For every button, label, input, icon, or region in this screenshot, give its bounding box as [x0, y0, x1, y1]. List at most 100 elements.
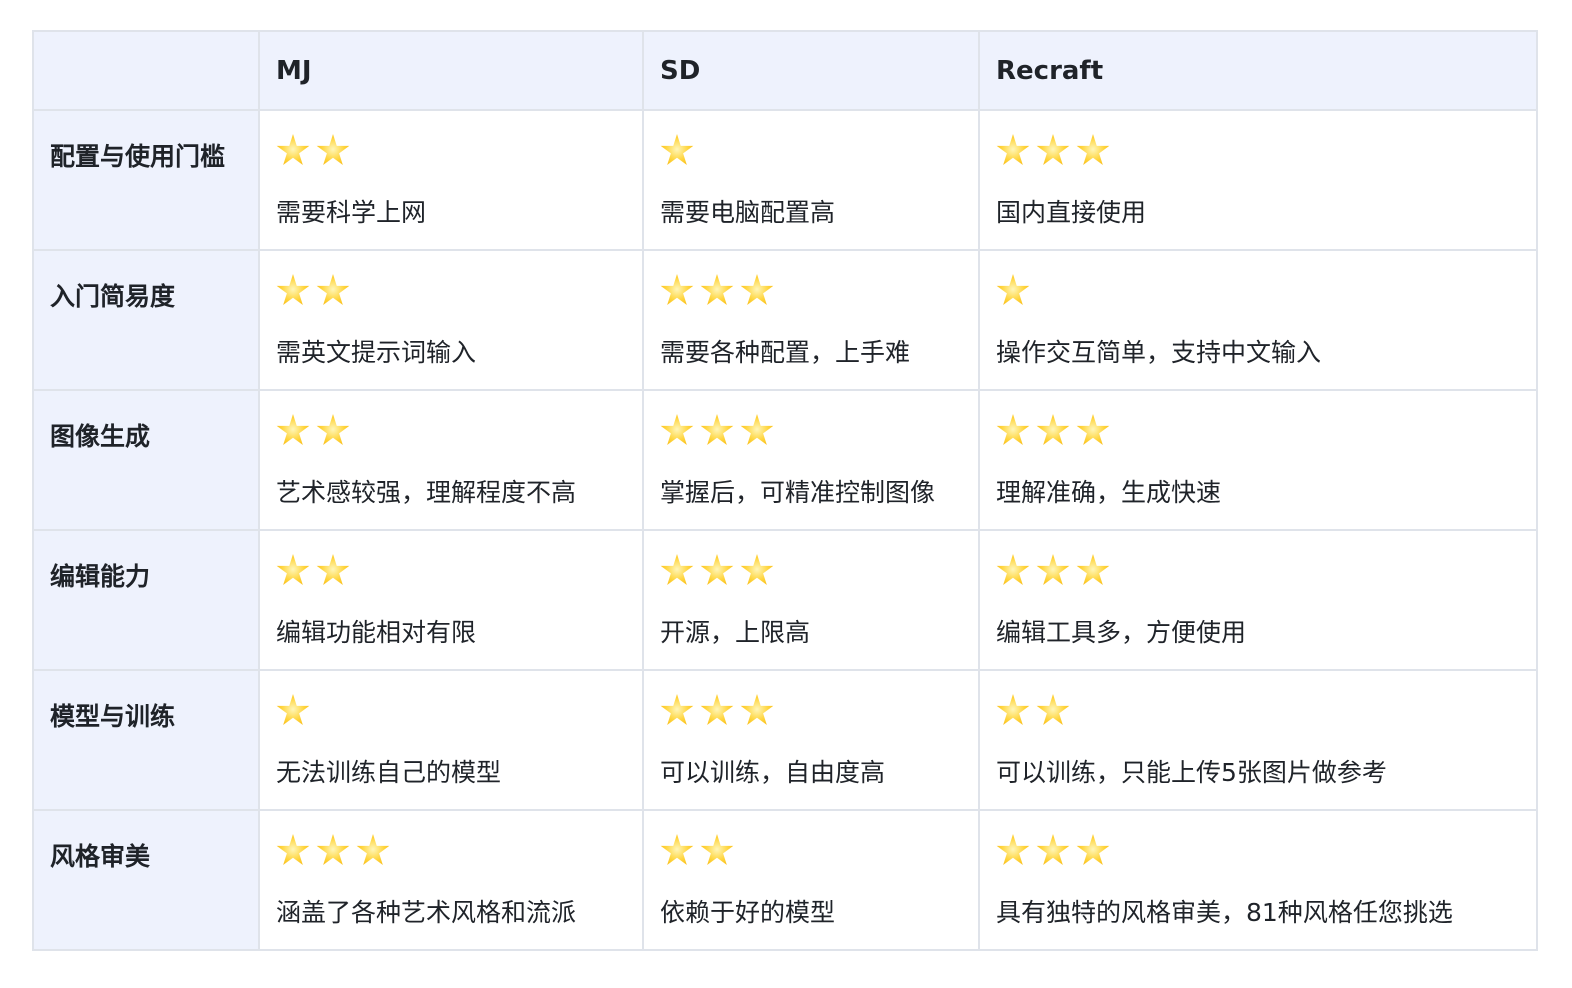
cell-note: 国内直接使用	[996, 198, 1147, 227]
comparison-table: MJ SD Recraft 配置与使用门槛 需要科学上网 需要电脑配置高 国内直…	[32, 30, 1538, 951]
star-icon	[316, 274, 350, 305]
star-icon	[700, 834, 734, 865]
rating-cell: 掌握后，可精准控制图像	[642, 389, 980, 531]
star-icon	[1036, 414, 1070, 445]
rating-cell: 可以训练，自由度高	[642, 669, 980, 811]
cell-note: 操作交互简单，支持中文输入	[996, 338, 1322, 367]
cell-note: 需要科学上网	[276, 198, 427, 227]
star-icon	[660, 554, 694, 585]
cell-note: 理解准确，生成快速	[996, 478, 1222, 507]
star-icon	[276, 414, 310, 445]
cell-note: 掌握后，可精准控制图像	[660, 478, 936, 507]
star-rating	[660, 831, 962, 871]
table-row: 入门简易度 需英文提示词输入 需要各种配置，上手难 操作交互简单，支持中文输入	[32, 249, 1538, 391]
star-icon	[316, 414, 350, 445]
row-label: 图像生成	[32, 389, 260, 531]
star-icon	[1036, 134, 1070, 165]
star-rating	[276, 271, 626, 311]
star-icon	[660, 274, 694, 305]
star-icon	[276, 274, 310, 305]
header-row: MJ SD Recraft	[32, 30, 1538, 111]
star-icon	[316, 134, 350, 165]
star-rating	[276, 831, 626, 871]
star-icon	[700, 414, 734, 445]
cell-note: 涵盖了各种艺术风格和流派	[276, 898, 577, 927]
star-icon	[276, 554, 310, 585]
star-rating	[996, 131, 1520, 171]
star-rating	[660, 271, 962, 311]
rating-cell: 理解准确，生成快速	[978, 389, 1538, 531]
cell-note: 编辑功能相对有限	[276, 618, 477, 647]
star-icon	[1076, 134, 1110, 165]
rating-cell: 需要各种配置，上手难	[642, 249, 980, 391]
rating-cell: 具有独特的风格审美，81种风格任您挑选	[978, 809, 1538, 951]
row-label: 配置与使用门槛	[32, 109, 260, 251]
star-icon	[660, 414, 694, 445]
star-icon	[276, 834, 310, 865]
cell-note: 艺术感较强，理解程度不高	[276, 478, 577, 507]
rating-cell: 编辑工具多，方便使用	[978, 529, 1538, 671]
row-label: 风格审美	[32, 809, 260, 951]
star-icon	[740, 694, 774, 725]
cell-note: 编辑工具多，方便使用	[996, 618, 1247, 647]
header-cell-recraft: Recraft	[978, 30, 1538, 111]
star-icon	[996, 414, 1030, 445]
cell-note: 无法训练自己的模型	[276, 758, 502, 787]
rating-cell: 依赖于好的模型	[642, 809, 980, 951]
star-rating	[276, 691, 626, 731]
header-cell-sd: SD	[642, 30, 980, 111]
rating-cell: 需要电脑配置高	[642, 109, 980, 251]
table-row: 配置与使用门槛 需要科学上网 需要电脑配置高 国内直接使用	[32, 109, 1538, 251]
star-icon	[996, 134, 1030, 165]
star-icon	[740, 414, 774, 445]
star-icon	[276, 694, 310, 725]
star-rating	[660, 131, 962, 171]
cell-note: 可以训练，只能上传5张图片做参考	[996, 758, 1387, 787]
star-icon	[740, 554, 774, 585]
rating-cell: 可以训练，只能上传5张图片做参考	[978, 669, 1538, 811]
star-icon	[1076, 834, 1110, 865]
star-icon	[1076, 414, 1110, 445]
cell-note: 依赖于好的模型	[660, 898, 836, 927]
star-rating	[996, 831, 1520, 871]
table-row: 风格审美 涵盖了各种艺术风格和流派 依赖于好的模型 具有独特的风格审美，81种风…	[32, 809, 1538, 951]
star-icon	[316, 834, 350, 865]
cell-note: 开源，上限高	[660, 618, 811, 647]
rating-cell: 编辑功能相对有限	[258, 529, 644, 671]
rating-cell: 需要科学上网	[258, 109, 644, 251]
star-icon	[700, 694, 734, 725]
rating-cell: 需英文提示词输入	[258, 249, 644, 391]
rating-cell: 无法训练自己的模型	[258, 669, 644, 811]
star-icon	[660, 134, 694, 165]
table-row: 编辑能力 编辑功能相对有限 开源，上限高 编辑工具多，方便使用	[32, 529, 1538, 671]
rating-cell: 涵盖了各种艺术风格和流派	[258, 809, 644, 951]
cell-note: 需要电脑配置高	[660, 198, 836, 227]
star-rating	[276, 411, 626, 451]
star-icon	[996, 554, 1030, 585]
star-icon	[1036, 694, 1070, 725]
star-rating	[276, 551, 626, 591]
rating-cell: 艺术感较强，理解程度不高	[258, 389, 644, 531]
star-icon	[1036, 834, 1070, 865]
star-rating	[660, 551, 962, 591]
cell-note: 需要各种配置，上手难	[660, 338, 911, 367]
table-row: 图像生成 艺术感较强，理解程度不高 掌握后，可精准控制图像 理解准确，生成快速	[32, 389, 1538, 531]
rating-cell: 开源，上限高	[642, 529, 980, 671]
star-rating	[996, 411, 1520, 451]
table-row: 模型与训练 无法训练自己的模型 可以训练，自由度高 可以训练，只能上传5张图片做…	[32, 669, 1538, 811]
star-icon	[1036, 554, 1070, 585]
star-icon	[660, 694, 694, 725]
star-icon	[316, 554, 350, 585]
star-icon	[356, 834, 390, 865]
row-label: 编辑能力	[32, 529, 260, 671]
row-label: 模型与训练	[32, 669, 260, 811]
rating-cell: 国内直接使用	[978, 109, 1538, 251]
star-icon	[740, 274, 774, 305]
star-icon	[1076, 554, 1110, 585]
rating-cell: 操作交互简单，支持中文输入	[978, 249, 1538, 391]
star-icon	[700, 554, 734, 585]
star-rating	[660, 411, 962, 451]
star-rating	[996, 691, 1520, 731]
row-label: 入门简易度	[32, 249, 260, 391]
star-rating	[996, 551, 1520, 591]
